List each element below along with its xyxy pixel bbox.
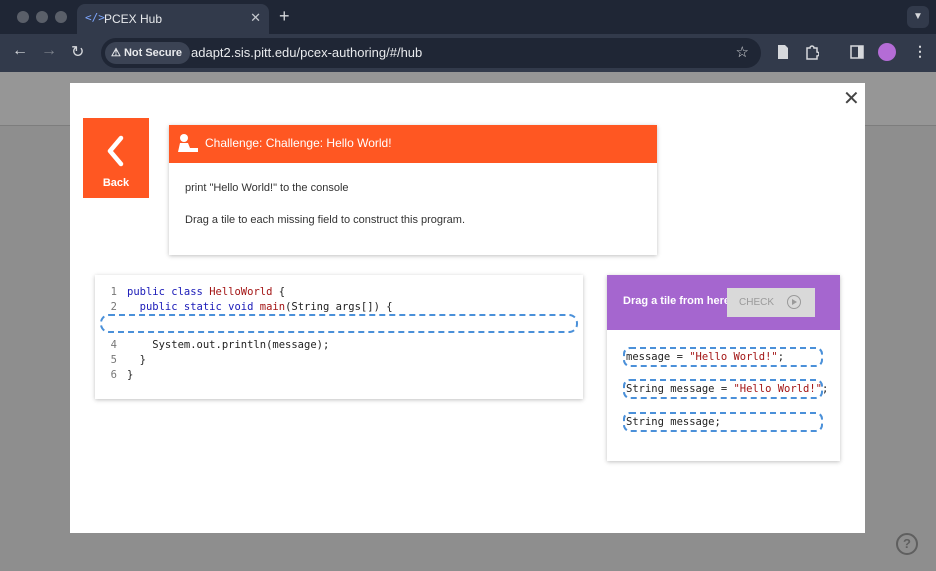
code-tile[interactable]: String message;	[623, 412, 823, 432]
code-tile[interactable]: String message = "Hello World!";	[623, 379, 828, 399]
tile-end: ;	[777, 351, 785, 363]
code-text: }	[127, 354, 146, 366]
tile-end: ;	[821, 383, 829, 395]
code-keyword: public static void	[127, 301, 260, 313]
code-text: }	[127, 369, 134, 381]
challenge-title: Challenge: Challenge: Hello World!	[205, 136, 392, 150]
code-keyword: public class	[127, 286, 210, 298]
document-icon[interactable]	[776, 44, 790, 60]
play-circle-icon	[787, 295, 801, 309]
tile-panel: Drag a tile from here CHECK message = "H…	[607, 275, 840, 461]
back-button[interactable]: Back	[83, 118, 149, 198]
code-line: 1 public class HelloWorld {	[95, 286, 285, 301]
bookmark-star-icon[interactable]: ☆	[736, 43, 749, 61]
challenge-card: Challenge: Challenge: Hello World! print…	[169, 125, 657, 255]
chevron-left-icon	[107, 135, 124, 167]
check-button[interactable]: CHECK	[727, 288, 815, 317]
security-label: Not Secure	[123, 47, 183, 59]
side-panel-icon[interactable]	[850, 44, 864, 60]
line-number: 5	[110, 354, 117, 366]
maximize-window-button[interactable]	[55, 11, 67, 23]
address-bar[interactable]: ⚠ Not Secure adapt2.sis.pitt.edu/pcex-au…	[101, 38, 761, 68]
code-text: {	[272, 286, 286, 298]
check-label: CHECK	[739, 297, 775, 308]
reload-icon[interactable]: ↻	[71, 42, 84, 62]
extensions-icon[interactable]	[805, 44, 819, 60]
browser-tab[interactable]: </> PCEX Hub ✕	[77, 4, 269, 34]
tile-string: "Hello World!"	[733, 383, 822, 395]
modal-close-icon[interactable]: ✕	[843, 86, 860, 111]
line-number: 1	[110, 286, 117, 298]
person-reading-icon	[178, 134, 198, 152]
code-text: System.out.println(message);	[127, 339, 330, 351]
url-text[interactable]: adapt2.sis.pitt.edu/pcex-authoring/#/hub	[191, 45, 422, 60]
tile-code: String message;	[626, 416, 721, 428]
line-number: 2	[110, 301, 117, 313]
not-secure-badge[interactable]: ⚠ Not Secure	[105, 42, 191, 64]
code-line: 6}	[95, 369, 134, 384]
tab-close-icon[interactable]: ✕	[250, 10, 261, 26]
code-icon: </>	[85, 11, 105, 24]
help-icon[interactable]: ?	[896, 533, 918, 555]
challenge-description: print "Hello World!" to the console	[185, 182, 349, 194]
code-identifier: main	[259, 301, 286, 313]
back-arrow-icon[interactable]: ←	[12, 42, 28, 60]
challenge-header: Challenge: Challenge: Hello World!	[169, 125, 657, 163]
challenge-instruction: Drag a tile to each missing field to con…	[185, 214, 466, 226]
new-tab-icon[interactable]: +	[279, 6, 290, 27]
line-number: 6	[110, 369, 117, 381]
warning-icon: ⚠	[111, 47, 121, 59]
tile-panel-header: Drag a tile from here CHECK	[607, 275, 840, 330]
code-editor: 1 public class HelloWorld { 2 public stat…	[95, 275, 583, 399]
missing-code-drop-zone[interactable]	[100, 314, 578, 333]
code-text: (String args[]) {	[285, 301, 393, 313]
more-menu-icon[interactable]: ⋮	[913, 43, 927, 60]
tile-panel-label: Drag a tile from here	[623, 295, 730, 307]
back-label: Back	[102, 177, 130, 189]
forward-arrow-icon[interactable]: →	[41, 42, 57, 60]
line-number: 4	[110, 339, 117, 351]
challenge-modal: ✕ Back Challenge: Challenge: Hello World…	[70, 83, 865, 533]
minimize-window-button[interactable]	[36, 11, 48, 23]
code-line: 4 System.out.println(message);	[95, 339, 330, 354]
code-identifier: HelloWorld	[209, 286, 273, 298]
tab-title: PCEX Hub	[104, 12, 163, 26]
close-window-button[interactable]	[17, 11, 29, 23]
code-tile[interactable]: message = "Hello World!";	[623, 347, 823, 367]
code-line: 5 }	[95, 354, 146, 369]
profile-avatar[interactable]	[878, 43, 896, 61]
browser-toolbar: ← → ↻ ⚠ Not Secure adapt2.sis.pitt.edu/p…	[0, 34, 936, 72]
tile-string: "Hello World!"	[689, 351, 778, 363]
tab-search-chevron-icon[interactable]: ▼	[907, 6, 929, 28]
tile-code: message =	[626, 351, 690, 363]
browser-tab-bar: </> PCEX Hub ✕ + ▼	[0, 0, 936, 34]
tile-code: String message =	[626, 383, 734, 395]
